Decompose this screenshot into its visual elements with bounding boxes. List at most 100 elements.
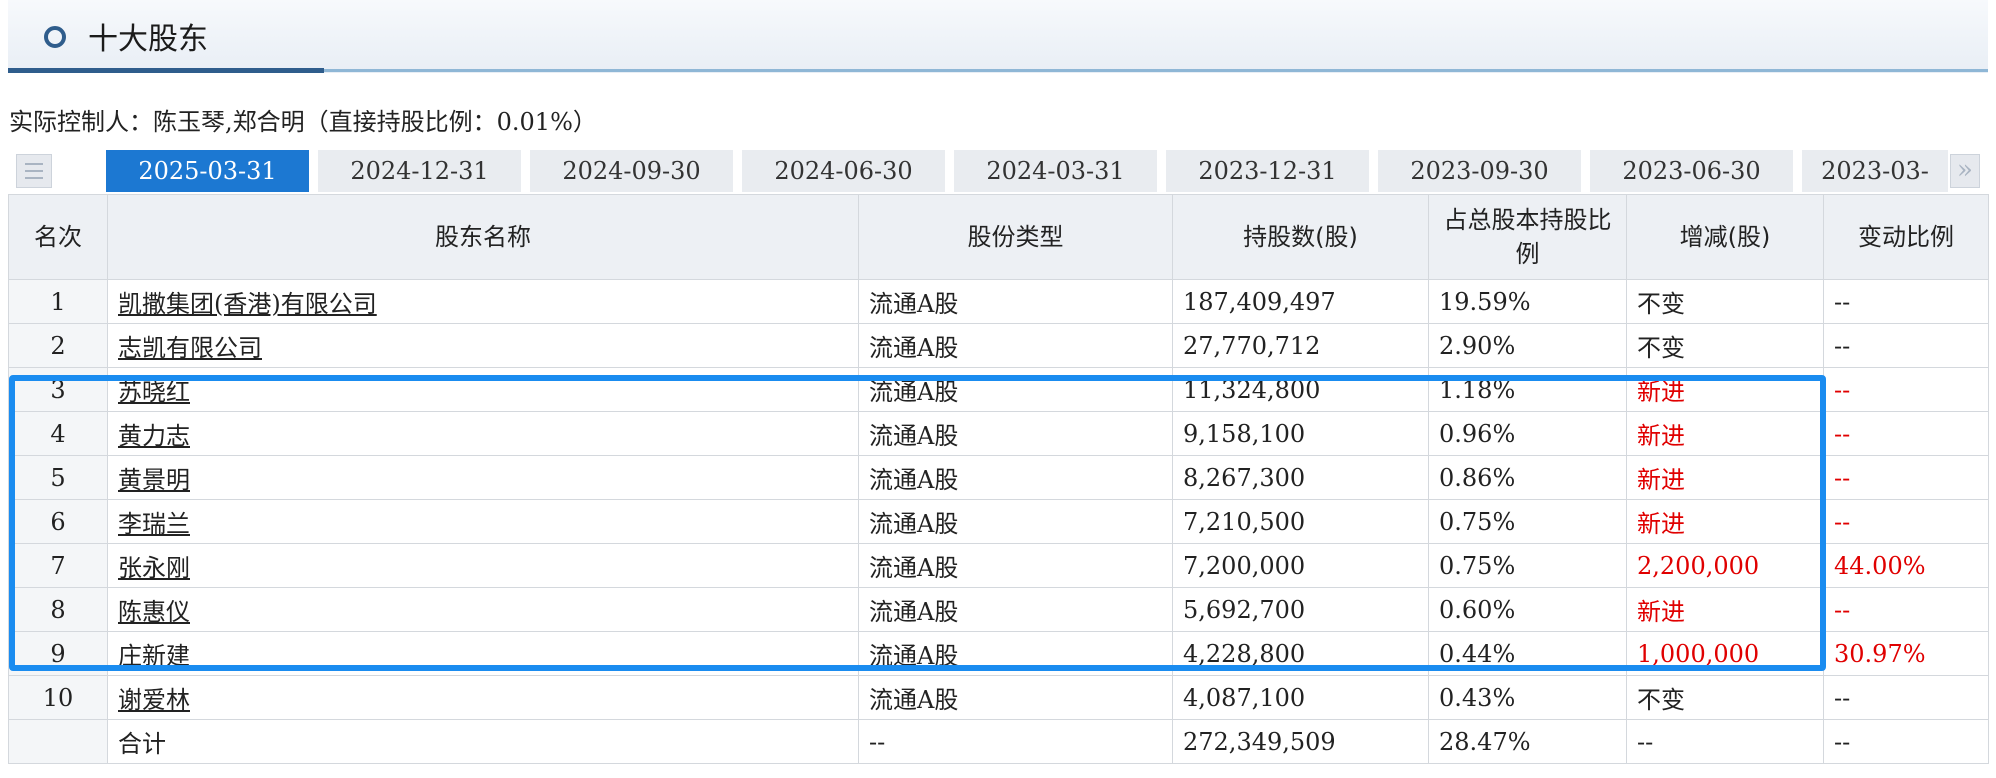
table-row: 7 张永刚 流通A股 7,200,000 0.75% 2,200,000 44.…: [8, 543, 1989, 588]
pct-cell: 19.59%: [1428, 279, 1627, 324]
change-cell: 新进: [1626, 367, 1824, 412]
list-icon[interactable]: [16, 154, 52, 188]
shareholder-link[interactable]: 李瑞兰: [118, 510, 190, 538]
table-row: 5 黄景明 流通A股 8,267,300 0.86% 新进 --: [8, 455, 1989, 500]
shares-cell: 9,158,100: [1172, 411, 1429, 456]
tab-period-8[interactable]: 2023-06-30: [1590, 150, 1793, 192]
tab-period-9[interactable]: 2023-03-: [1802, 150, 1948, 192]
table-row: 6 李瑞兰 流通A股 7,210,500 0.75% 新进 --: [8, 499, 1989, 544]
share-type-cell: 流通A股: [858, 323, 1173, 368]
rank-cell: 7: [8, 543, 108, 588]
change-cell: 不变: [1626, 675, 1824, 720]
share-type-cell: 流通A股: [858, 279, 1173, 324]
section-header: 十大股东: [8, 0, 1988, 73]
table-row: 2 志凯有限公司 流通A股 27,770,712 2.90% 不变 --: [8, 323, 1989, 368]
pct-cell: 0.44%: [1428, 631, 1627, 676]
change-ratio-cell: --: [1823, 367, 1989, 412]
share-type-cell: --: [858, 719, 1173, 764]
shares-cell: 5,692,700: [1172, 587, 1429, 632]
shareholder-link[interactable]: 庄新建: [118, 642, 190, 670]
share-type-cell: 流通A股: [858, 367, 1173, 412]
shares-cell: 7,210,500: [1172, 499, 1429, 544]
rank-cell: [8, 719, 108, 764]
tab-period-6[interactable]: 2023-12-31: [1166, 150, 1369, 192]
shareholder-link[interactable]: 志凯有限公司: [118, 334, 262, 362]
shareholder-link[interactable]: 凯撒集团(香港)有限公司: [118, 290, 377, 318]
change-ratio-cell: --: [1823, 323, 1989, 368]
column-header-rank: 名次: [8, 194, 108, 280]
change-cell: --: [1626, 719, 1824, 764]
shares-cell: 8,267,300: [1172, 455, 1429, 500]
change-cell: 新进: [1626, 499, 1824, 544]
column-header-pct: 占总股本持股比例: [1428, 194, 1627, 280]
shareholder-link[interactable]: 黄景明: [118, 466, 190, 494]
table-row: 4 黄力志 流通A股 9,158,100 0.96% 新进 --: [8, 411, 1989, 456]
change-cell: 新进: [1626, 587, 1824, 632]
tab-period-7[interactable]: 2023-09-30: [1378, 150, 1581, 192]
change-ratio-cell: --: [1823, 411, 1989, 456]
share-type-cell: 流通A股: [858, 499, 1173, 544]
column-header-type: 股份类型: [858, 194, 1173, 280]
tab-period-3[interactable]: 2024-09-30: [530, 150, 733, 192]
pct-cell: 28.47%: [1428, 719, 1627, 764]
rank-cell: 3: [8, 367, 108, 412]
period-tabs: 2025-03-31 2024-12-31 2024-09-30 2024-06…: [10, 150, 1980, 192]
table-row: 1 凯撒集团(香港)有限公司 流通A股 187,409,497 19.59% 不…: [8, 279, 1989, 324]
tab-period-4[interactable]: 2024-06-30: [742, 150, 945, 192]
pct-cell: 2.90%: [1428, 323, 1627, 368]
tab-period-2[interactable]: 2024-12-31: [318, 150, 521, 192]
pct-cell: 0.96%: [1428, 411, 1627, 456]
pct-cell: 0.75%: [1428, 543, 1627, 588]
top-shareholders-table: 名次 股东名称 股份类型 持股数(股) 占总股本持股比例 增减(股) 变动比例 …: [8, 194, 1989, 764]
shareholder-link[interactable]: 谢爱林: [118, 686, 190, 714]
table-row: 3 苏晓红 流通A股 11,324,800 1.18% 新进 --: [8, 367, 1989, 412]
change-cell: 不变: [1626, 279, 1824, 324]
change-cell: 新进: [1626, 411, 1824, 456]
shareholder-link[interactable]: 黄力志: [118, 422, 190, 450]
rank-cell: 9: [8, 631, 108, 676]
rank-cell: 1: [8, 279, 108, 324]
section-title: 十大股东: [88, 22, 208, 57]
column-header-shares: 持股数(股): [1172, 194, 1429, 280]
change-ratio-cell: --: [1823, 455, 1989, 500]
pct-cell: 0.60%: [1428, 587, 1627, 632]
shareholder-link[interactable]: 张永刚: [118, 554, 190, 582]
total-label: 合计: [107, 719, 859, 764]
share-type-cell: 流通A股: [858, 631, 1173, 676]
circle-icon: [44, 26, 66, 48]
rank-cell: 2: [8, 323, 108, 368]
rank-cell: 6: [8, 499, 108, 544]
column-header-change: 增减(股): [1626, 194, 1824, 280]
shares-cell: 7,200,000: [1172, 543, 1429, 588]
share-type-cell: 流通A股: [858, 587, 1173, 632]
shareholder-link[interactable]: 陈惠仪: [118, 598, 190, 626]
shares-cell: 27,770,712: [1172, 323, 1429, 368]
double-chevron-right-icon[interactable]: »: [1950, 154, 1980, 188]
change-ratio-cell: --: [1823, 675, 1989, 720]
shares-cell: 4,087,100: [1172, 675, 1429, 720]
share-type-cell: 流通A股: [858, 675, 1173, 720]
change-ratio-cell: 30.97%: [1823, 631, 1989, 676]
table-total-row: 合计 -- 272,349,509 28.47% -- --: [8, 719, 1989, 764]
pct-cell: 0.86%: [1428, 455, 1627, 500]
shares-cell: 4,228,800: [1172, 631, 1429, 676]
share-type-cell: 流通A股: [858, 543, 1173, 588]
table-row: 8 陈惠仪 流通A股 5,692,700 0.60% 新进 --: [8, 587, 1989, 632]
pct-cell: 1.18%: [1428, 367, 1627, 412]
shares-cell: 11,324,800: [1172, 367, 1429, 412]
share-type-cell: 流通A股: [858, 411, 1173, 456]
table-header-row: 名次 股东名称 股份类型 持股数(股) 占总股本持股比例 增减(股) 变动比例: [8, 194, 1989, 280]
table-row: 10 谢爱林 流通A股 4,087,100 0.43% 不变 --: [8, 675, 1989, 720]
actual-controller-text: 实际控制人：陈玉琴,郑合明（直接持股比例：0.01%）: [9, 108, 597, 136]
pct-cell: 0.75%: [1428, 499, 1627, 544]
table-row: 9 庄新建 流通A股 4,228,800 0.44% 1,000,000 30.…: [8, 631, 1989, 676]
tab-period-1[interactable]: 2025-03-31: [106, 150, 309, 192]
header-underline: [324, 69, 1988, 72]
shareholder-link[interactable]: 苏晓红: [118, 378, 190, 406]
rank-cell: 8: [8, 587, 108, 632]
change-ratio-cell: --: [1823, 587, 1989, 632]
shares-cell: 187,409,497: [1172, 279, 1429, 324]
change-ratio-cell: --: [1823, 499, 1989, 544]
rank-cell: 10: [8, 675, 108, 720]
tab-period-5[interactable]: 2024-03-31: [954, 150, 1157, 192]
